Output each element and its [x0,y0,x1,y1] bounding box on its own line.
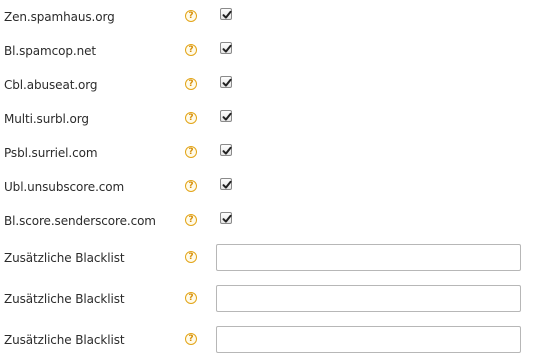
blacklist-row-psbl-surriel: Psbl.surriel.com ? [0,144,534,162]
checkmark-icon [222,78,232,87]
blacklist-checkbox[interactable] [220,212,232,224]
checkmark-icon [222,146,232,155]
blacklist-checkbox[interactable] [220,42,232,54]
additional-blacklist-row-1: Zusätzliche Blacklist ? [0,244,534,271]
additional-blacklist-input[interactable] [216,285,521,312]
blacklist-row-bl-spamcop: Bl.spamcop.net ? [0,42,534,60]
additional-blacklist-label: Zusätzliche Blacklist [4,292,125,306]
checkmark-icon [222,112,232,121]
blacklist-row-cbl-abuseat: Cbl.abuseat.org ? [0,76,534,94]
question-circle-icon[interactable]: ? [185,292,197,304]
question-circle-icon[interactable]: ? [185,180,197,192]
question-circle-icon[interactable]: ? [185,112,197,124]
blacklist-row-zen-spamhaus: Zen.spamhaus.org ? [0,8,534,26]
question-circle-icon[interactable]: ? [185,333,197,345]
additional-blacklist-label: Zusätzliche Blacklist [4,251,125,265]
blacklist-label: Psbl.surriel.com [4,146,98,160]
blacklist-checkbox[interactable] [220,76,232,88]
checkmark-icon [222,180,232,189]
blacklist-label: Bl.score.senderscore.com [4,214,156,228]
blacklist-checkbox[interactable] [220,178,232,190]
additional-blacklist-label: Zusätzliche Blacklist [4,333,125,347]
blacklist-label: Ubl.unsubscore.com [4,180,125,194]
question-circle-icon[interactable]: ? [185,251,197,263]
blacklist-label: Zen.spamhaus.org [4,10,115,24]
blacklist-checkbox[interactable] [220,8,232,20]
checkmark-icon [222,10,232,19]
question-circle-icon[interactable]: ? [185,44,197,56]
blacklist-checkbox[interactable] [220,144,232,156]
blacklist-label: Multi.surbl.org [4,112,89,126]
blacklist-label: Bl.spamcop.net [4,44,96,58]
blacklist-row-bl-score-senderscore: Bl.score.senderscore.com ? [0,212,534,230]
additional-blacklist-row-3: Zusätzliche Blacklist ? [0,326,534,353]
question-circle-icon[interactable]: ? [185,10,197,22]
blacklist-label: Cbl.abuseat.org [4,78,98,92]
blacklist-checkbox[interactable] [220,110,232,122]
additional-blacklist-input[interactable] [216,244,521,271]
checkmark-icon [222,214,232,223]
blacklist-row-multi-surbl: Multi.surbl.org ? [0,110,534,128]
question-circle-icon[interactable]: ? [185,78,197,90]
question-circle-icon[interactable]: ? [185,214,197,226]
checkmark-icon [222,44,232,53]
additional-blacklist-row-2: Zusätzliche Blacklist ? [0,285,534,312]
blacklist-row-ubl-unsubscore: Ubl.unsubscore.com ? [0,178,534,196]
additional-blacklist-input[interactable] [216,326,521,353]
question-circle-icon[interactable]: ? [185,146,197,158]
